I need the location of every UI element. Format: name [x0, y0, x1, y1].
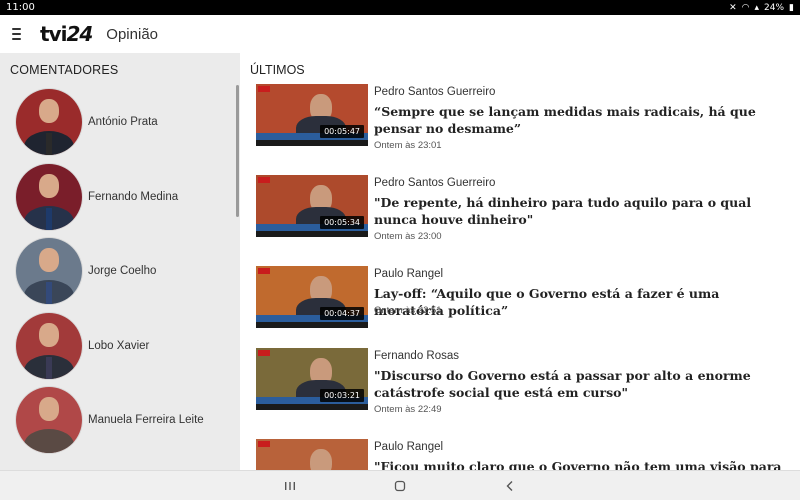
commentator-item[interactable]: Lobo Xavier: [16, 313, 149, 379]
article-headline[interactable]: “Sempre que se lançam medidas mais radic…: [374, 103, 789, 137]
article-time: Ontem às 23:01: [374, 140, 442, 151]
commentator-name: António Prata: [88, 116, 158, 128]
commentator-name: Manuela Ferreira Leite: [88, 414, 204, 426]
video-duration: 00:05:47: [320, 125, 364, 138]
avatar: [16, 89, 82, 155]
article-time: Ontem às 22:49: [374, 404, 442, 415]
video-thumbnail[interactable]: [256, 439, 368, 470]
video-thumbnail[interactable]: 00:04:37: [256, 266, 368, 328]
navigation-bar: [0, 470, 800, 500]
commentator-item[interactable]: António Prata: [16, 89, 158, 155]
video-duration: 00:03:21: [320, 389, 364, 402]
article-headline[interactable]: "De repente, há dinheiro para tudo aquil…: [374, 194, 789, 228]
avatar: [16, 164, 82, 230]
commentator-item[interactable]: Jorge Coelho: [16, 238, 156, 304]
app-bar: tvi24 Opinião: [0, 15, 800, 53]
video-thumbnail[interactable]: 00:05:34: [256, 175, 368, 237]
video-thumbnail[interactable]: 00:03:21: [256, 348, 368, 410]
clock: 11:00: [6, 2, 35, 13]
article-author: Fernando Rosas: [374, 350, 460, 362]
video-duration: 00:05:34: [320, 216, 364, 229]
home-icon[interactable]: [392, 478, 408, 494]
status-icons: ✕ ◠ ▴ 24% ▮: [729, 3, 794, 13]
article-item[interactable]: Paulo Rangel "Ficou muito claro que o Gov…: [256, 439, 786, 470]
back-icon[interactable]: [502, 478, 518, 494]
article-author: Pedro Santos Guerreiro: [374, 177, 496, 189]
main-heading: ÚLTIMOS: [250, 63, 305, 77]
avatar: [16, 313, 82, 379]
battery-level: 24%: [764, 2, 785, 13]
article-item[interactable]: 00:04:37 Paulo Rangel Lay-off: “Aquilo que…: [256, 266, 786, 346]
sidebar-scrollbar[interactable]: [236, 85, 239, 217]
battery-icon: ▮: [789, 2, 794, 13]
commentator-item[interactable]: Manuela Ferreira Leite: [16, 387, 204, 453]
tvi24-logo[interactable]: tvi24: [40, 22, 93, 46]
avatar: [16, 387, 82, 453]
article-headline[interactable]: "Discurso do Governo está a passar por a…: [374, 367, 789, 401]
commentator-name: Jorge Coelho: [88, 265, 157, 277]
article-time: Ontem às 22:51: [374, 305, 442, 316]
article-author: Paulo Rangel: [374, 441, 444, 453]
article-time: Ontem às 23:00: [374, 231, 442, 242]
video-thumbnail[interactable]: 00:05:47: [256, 84, 368, 146]
wifi-icon: ◠: [741, 2, 750, 13]
article-author: Paulo Rangel: [374, 268, 444, 280]
status-bar: 11:00 ✕ ◠ ▴ 24% ▮: [0, 0, 800, 15]
article-author: Pedro Santos Guerreiro: [374, 86, 496, 98]
article-headline[interactable]: "Ficou muito claro que o Governo não tem…: [374, 458, 789, 470]
latest-articles: ÚLTIMOS 00:05:47 Pedro Santos Guerreiro “S…: [240, 53, 800, 470]
commentator-name: Lobo Xavier: [88, 340, 150, 352]
menu-icon[interactable]: [12, 28, 26, 40]
mute-icon: ✕: [729, 2, 737, 13]
commentator-item[interactable]: Fernando Medina: [16, 164, 178, 230]
commentator-name: Fernando Medina: [88, 191, 179, 203]
avatar: [16, 238, 82, 304]
signal-icon: ▴: [754, 2, 760, 13]
recent-apps-icon[interactable]: [282, 478, 298, 494]
article-item[interactable]: 00:05:47 Pedro Santos Guerreiro “Sempre qu…: [256, 84, 786, 164]
sidebar-heading: COMENTADORES: [10, 63, 119, 77]
article-item[interactable]: 00:05:34 Pedro Santos Guerreiro "De repent…: [256, 175, 786, 255]
page-title: Opinião: [106, 25, 158, 43]
commentators-sidebar: COMENTADORES António Prata Fernando Medin…: [0, 53, 240, 470]
article-item[interactable]: 00:03:21 Fernando Rosas "Discurso do Gover…: [256, 348, 786, 428]
video-duration: 00:04:37: [320, 307, 364, 320]
